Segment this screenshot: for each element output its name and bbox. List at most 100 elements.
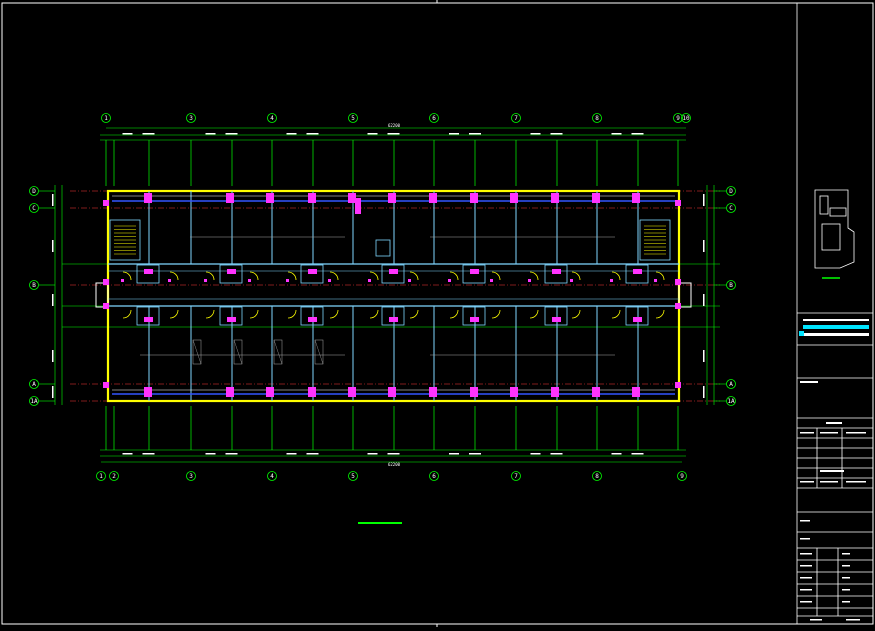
radiator-fixture	[551, 193, 559, 203]
radiator-fixture	[429, 193, 437, 203]
axis-bubble-bottom-label: 6	[432, 473, 436, 480]
radiator-fixture	[388, 193, 396, 203]
axis-bubble-top-label: 7	[514, 115, 518, 122]
column-marker	[675, 303, 681, 309]
dimension-text-mark	[387, 133, 400, 135]
axis-bubble-top-label: 5	[351, 115, 355, 122]
dimension-text-mark	[703, 294, 705, 306]
radiator-fixture	[348, 387, 356, 397]
corridor-fixture	[408, 279, 411, 282]
dimension-text-mark	[611, 453, 622, 455]
dimension-text-mark	[550, 133, 563, 135]
dimension-text-mark	[611, 133, 622, 135]
sanitary-fixture	[470, 317, 479, 322]
column-marker	[675, 200, 681, 206]
column-marker	[103, 279, 109, 285]
radiator-fixture	[308, 193, 316, 203]
dimension-text-mark	[286, 453, 297, 455]
corridor-fixture	[610, 279, 613, 282]
dimension-text-mark	[387, 453, 400, 455]
dimension-text-mark	[530, 133, 541, 135]
sanitary-fixture	[389, 317, 398, 322]
axis-bubble-right-label: D	[729, 188, 733, 195]
corridor-fixture	[368, 279, 371, 282]
dimension-text-mark	[52, 240, 54, 252]
radiator-fixture	[266, 193, 274, 203]
radiator-fixture	[510, 193, 518, 203]
dimension-text-mark	[122, 133, 133, 135]
axis-bubble-bottom-label: 3	[189, 473, 193, 480]
dimension-text-mark	[469, 133, 481, 135]
dimension-text-mark	[703, 350, 705, 362]
radiator-fixture	[592, 193, 600, 203]
axis-bubble-top-label: 9	[676, 115, 680, 122]
sanitary-fixture	[633, 269, 642, 274]
dimension-text-mark	[449, 133, 459, 135]
dimension-text-mark	[703, 386, 705, 398]
dimension-text-mark	[122, 453, 133, 455]
dimension-text-mark	[367, 453, 378, 455]
dimension-text-mark	[631, 453, 644, 455]
corridor-fixture	[168, 279, 171, 282]
axis-bubble-right-label: A	[729, 381, 733, 388]
dimension-text-mark	[631, 133, 644, 135]
axis-bubble-right-label: C	[729, 205, 733, 212]
corridor-fixture	[121, 279, 124, 282]
axis-bubble-top-label: 10	[682, 115, 690, 122]
sanitary-fixture	[227, 317, 236, 322]
corridor-fixture	[328, 279, 331, 282]
dimension-text-mark	[52, 194, 54, 206]
sanitary-fixture	[227, 269, 236, 274]
radiator-fixture	[632, 193, 640, 203]
axis-bubble-bottom-label: 8	[595, 473, 599, 480]
dimension-text-mark	[52, 294, 54, 306]
axis-bubble-right-label: B	[729, 282, 733, 289]
axis-bubble-right-label: 1A	[727, 398, 735, 405]
floor-plan-drawing: 1 3 4 5 6 7 8 9 101 2 3 4 5 6 7 8 9DCBA1ADCBA1A 62200 62…	[0, 0, 875, 627]
radiator-fixture	[226, 193, 234, 203]
axis-bubble-left-label: C	[32, 205, 36, 212]
corridor-fixture	[528, 279, 531, 282]
corridor-fixture	[248, 279, 251, 282]
axis-bubble-bottom-label: 7	[514, 473, 518, 480]
dimension-text-mark	[703, 240, 705, 252]
dimension-text-mark	[550, 453, 563, 455]
column-marker	[675, 279, 681, 285]
column-marker	[103, 200, 109, 206]
dimension-text-mark	[306, 133, 319, 135]
dimension-text-mark	[225, 133, 238, 135]
corridor-fixture	[448, 279, 451, 282]
axis-bubble-bottom-label: 9	[680, 473, 684, 480]
radiator-fixture	[470, 387, 478, 397]
dimension-text-mark	[52, 350, 54, 362]
dimension-text-mark	[142, 133, 155, 135]
corridor-fixture	[654, 279, 657, 282]
axis-bubble-bottom-label: 2	[112, 473, 116, 480]
dimension-text-mark	[703, 194, 705, 206]
sanitary-fixture	[144, 269, 153, 274]
radiator-fixture	[592, 387, 600, 397]
column-marker	[103, 382, 109, 388]
axis-bubble-left-label: A	[32, 381, 36, 388]
axis-bubble-top-label: 1	[104, 115, 108, 122]
riser	[355, 198, 361, 214]
radiator-fixture	[266, 387, 274, 397]
radiator-fixture	[388, 387, 396, 397]
axis-bubble-left-label: D	[32, 188, 36, 195]
axis-bubble-top-label: 8	[595, 115, 599, 122]
sanitary-fixture	[552, 269, 561, 274]
radiator-fixture	[144, 193, 152, 203]
axis-bubble-bottom-label: 4	[270, 473, 274, 480]
dimension-text-mark	[367, 133, 378, 135]
sanitary-fixture	[308, 317, 317, 322]
radiator-fixture	[632, 387, 640, 397]
radiator-fixture	[551, 387, 559, 397]
dimension-text-mark	[52, 386, 54, 398]
dimension-text-mark	[205, 133, 216, 135]
sanitary-fixture	[308, 269, 317, 274]
radiator-fixture	[510, 387, 518, 397]
overall-dimension-bottom: 62200	[388, 462, 401, 467]
corridor-fixture	[204, 279, 207, 282]
axis-bubble-top-label: 4	[270, 115, 274, 122]
dimension-text-mark	[306, 453, 319, 455]
